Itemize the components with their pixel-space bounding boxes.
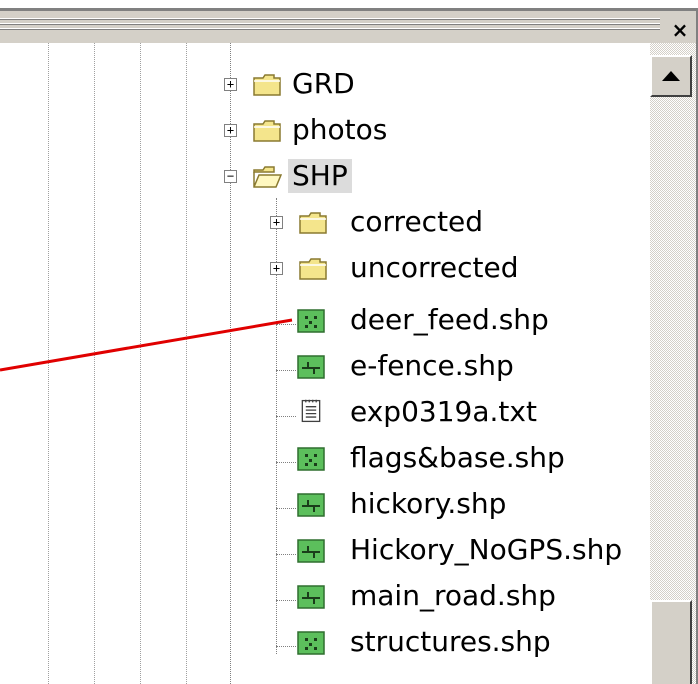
point-shapefile-icon bbox=[297, 309, 325, 333]
close-icon: × bbox=[671, 18, 689, 42]
tree-item-label: exp0319a.txt bbox=[350, 395, 537, 428]
tree-item-label: flags&base.shp bbox=[350, 441, 565, 474]
text-file-icon bbox=[301, 399, 321, 423]
expand-icon[interactable]: + bbox=[224, 78, 237, 91]
tree-item-e-fence[interactable]: e-fence.shp bbox=[0, 347, 650, 387]
expand-icon[interactable]: + bbox=[224, 124, 237, 137]
tree-item-label: Hickory_NoGPS.shp bbox=[350, 533, 623, 566]
tree-item-flags-base[interactable]: flags&base.shp bbox=[0, 439, 650, 479]
open-folder-icon bbox=[253, 166, 282, 188]
folder-tree[interactable]: + GRD + photos − SHP + corrected + uncor… bbox=[0, 43, 650, 684]
grip-line bbox=[0, 23, 660, 25]
close-button[interactable]: × bbox=[668, 19, 692, 43]
tree-item-label: GRD bbox=[292, 67, 355, 100]
line-shapefile-icon bbox=[297, 493, 325, 517]
tree-item-photos[interactable]: + photos bbox=[0, 111, 650, 151]
tree-item-label: corrected bbox=[350, 205, 484, 238]
tree-item-label: photos bbox=[292, 113, 388, 146]
tree-item-label: main_road.shp bbox=[350, 579, 556, 612]
arrow-up-icon bbox=[662, 71, 680, 81]
tree-item-grd[interactable]: + GRD bbox=[0, 65, 650, 105]
tree-item-main-road[interactable]: main_road.shp bbox=[0, 577, 650, 617]
tree-item-deer-feed[interactable]: deer_feed.shp bbox=[0, 301, 650, 341]
grip-line bbox=[0, 28, 660, 30]
folder-icon bbox=[253, 120, 281, 142]
collapse-icon[interactable]: − bbox=[224, 170, 237, 183]
folder-icon bbox=[299, 258, 327, 280]
tree-item-label: hickory.shp bbox=[350, 487, 507, 520]
grip-line bbox=[0, 18, 660, 20]
point-shapefile-icon bbox=[297, 447, 325, 471]
scrollbar-thumb[interactable] bbox=[650, 600, 692, 684]
vertical-scrollbar[interactable] bbox=[650, 43, 696, 684]
tree-item-label: deer_feed.shp bbox=[350, 303, 549, 336]
folder-icon bbox=[299, 212, 327, 234]
catalog-tree-panel: × + GRD + photos − SHP + corrected + unc… bbox=[0, 0, 698, 684]
tree-item-exp0319a[interactable]: exp0319a.txt bbox=[0, 393, 650, 433]
tree-item-structures[interactable]: structures.shp bbox=[0, 623, 650, 663]
scroll-up-button[interactable] bbox=[650, 55, 692, 97]
panel-title-bar[interactable] bbox=[0, 11, 696, 43]
point-shapefile-icon bbox=[297, 631, 325, 655]
tree-item-corrected[interactable]: + corrected bbox=[0, 203, 650, 243]
expand-icon[interactable]: + bbox=[270, 262, 283, 275]
folder-icon bbox=[253, 74, 281, 96]
tree-item-label: uncorrected bbox=[350, 251, 519, 284]
line-shapefile-icon bbox=[297, 355, 325, 379]
tree-item-shp[interactable]: − SHP bbox=[0, 157, 650, 197]
line-shapefile-icon bbox=[297, 539, 325, 563]
expand-icon[interactable]: + bbox=[270, 216, 283, 229]
tree-item-label: SHP bbox=[288, 159, 352, 193]
tree-item-label: structures.shp bbox=[350, 625, 551, 658]
tree-item-hickory-nogps[interactable]: Hickory_NoGPS.shp bbox=[0, 531, 650, 571]
tree-item-label: e-fence.shp bbox=[350, 349, 514, 382]
tree-item-uncorrected[interactable]: + uncorrected bbox=[0, 249, 650, 289]
tree-item-hickory[interactable]: hickory.shp bbox=[0, 485, 650, 525]
line-shapefile-icon bbox=[297, 585, 325, 609]
